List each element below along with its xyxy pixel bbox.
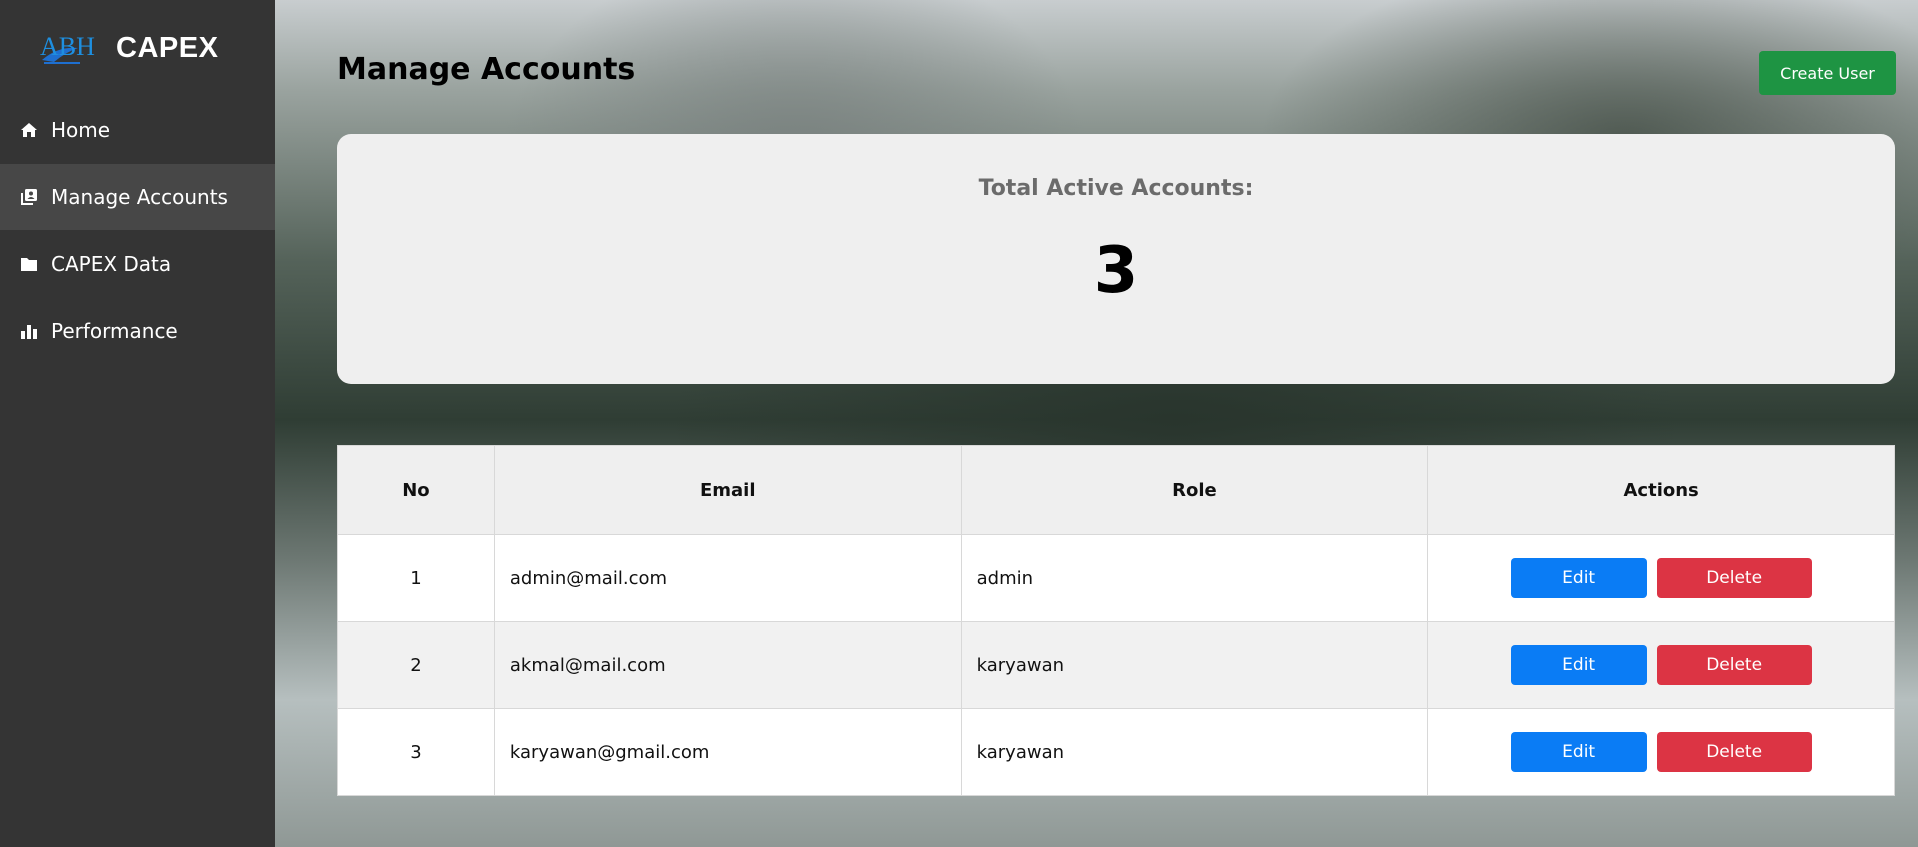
row-actions: Edit Delete	[1427, 708, 1895, 796]
home-icon	[21, 123, 37, 137]
table-row: 1 admin@mail.com admin Edit Delete	[337, 534, 1895, 622]
page-title: Manage Accounts	[337, 52, 636, 87]
table-header-row: No Email Role Actions	[337, 445, 1895, 535]
logo-text: ABH	[40, 32, 95, 61]
column-header-role: Role	[960, 445, 1429, 535]
row-role: karyawan	[960, 708, 1429, 796]
row-number: 2	[337, 621, 495, 709]
sidebar: ABH CAPEX Home Manage Accounts CAPEX Dat…	[0, 0, 275, 847]
row-number: 1	[337, 534, 495, 622]
edit-button[interactable]: Edit	[1510, 558, 1647, 598]
row-actions: Edit Delete	[1427, 621, 1895, 709]
sidebar-nav: Home Manage Accounts CAPEX Data Performa…	[0, 97, 275, 365]
row-email: akmal@mail.com	[493, 621, 962, 709]
abh-logo: ABH	[40, 32, 95, 64]
sidebar-item-home[interactable]: Home	[0, 97, 275, 163]
accounts-icon	[21, 189, 37, 205]
sidebar-item-performance[interactable]: Performance	[0, 298, 275, 364]
create-user-button[interactable]: Create User	[1759, 51, 1896, 95]
sidebar-item-label: Home	[51, 118, 111, 142]
column-header-no: No	[337, 445, 495, 535]
bar-chart-icon	[21, 325, 37, 339]
column-header-actions: Actions	[1427, 445, 1895, 535]
column-header-email: Email	[493, 445, 962, 535]
row-role: karyawan	[960, 621, 1429, 709]
active-accounts-count: 3	[1093, 234, 1139, 308]
brand-name: CAPEX	[116, 31, 219, 64]
row-actions: Edit Delete	[1427, 534, 1895, 622]
table-row: 3 karyawan@gmail.com karyawan Edit Delete	[337, 708, 1895, 796]
sidebar-item-label: CAPEX Data	[51, 252, 172, 276]
edit-button[interactable]: Edit	[1510, 645, 1647, 685]
table-row: 2 akmal@mail.com karyawan Edit Delete	[337, 621, 1895, 709]
edit-button[interactable]: Edit	[1510, 732, 1647, 772]
row-email: admin@mail.com	[493, 534, 962, 622]
delete-button[interactable]: Delete	[1656, 732, 1812, 772]
delete-button[interactable]: Delete	[1656, 645, 1812, 685]
row-role: admin	[960, 534, 1429, 622]
row-email: karyawan@gmail.com	[493, 708, 962, 796]
folder-icon	[21, 258, 37, 271]
sidebar-item-manage-accounts[interactable]: Manage Accounts	[0, 164, 275, 230]
brand[interactable]: ABH CAPEX	[38, 28, 218, 68]
sidebar-item-label: Manage Accounts	[51, 185, 228, 209]
active-accounts-card: Total Active Accounts: 3	[337, 134, 1895, 384]
accounts-table: No Email Role Actions 1 admin@mail.com a…	[337, 445, 1895, 796]
row-number: 3	[337, 708, 495, 796]
delete-button[interactable]: Delete	[1656, 558, 1812, 598]
sidebar-item-label: Performance	[51, 319, 178, 343]
active-accounts-label: Total Active Accounts:	[978, 176, 1254, 201]
sidebar-item-capex-data[interactable]: CAPEX Data	[0, 231, 275, 297]
